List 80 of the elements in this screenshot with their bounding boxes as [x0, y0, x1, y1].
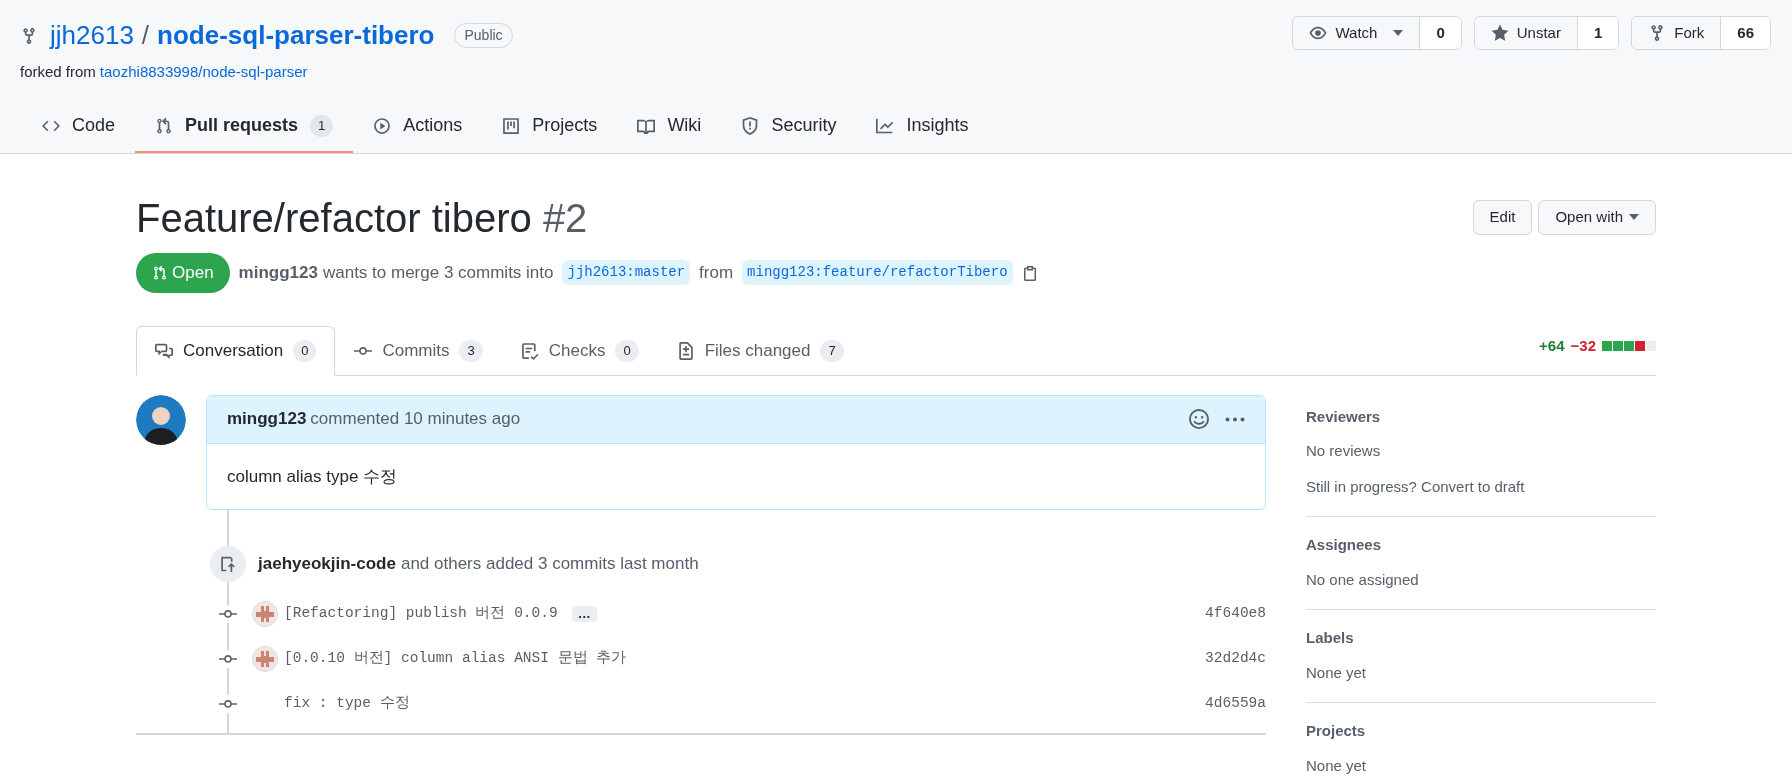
star-button[interactable]: Unstar: [1474, 17, 1578, 49]
pull-request-icon: [155, 116, 174, 135]
fork-icon: [20, 26, 38, 45]
count-badge: 3: [459, 339, 483, 362]
smiley-icon[interactable]: [1189, 409, 1209, 429]
user-avatar: [136, 394, 186, 445]
repo-name-link[interactable]: node-sql-parser-tibero: [157, 16, 435, 55]
base-branch[interactable]: jjh2613:master: [562, 260, 691, 285]
caret-icon: [1393, 30, 1404, 36]
repo-tab[interactable]: Actions: [353, 100, 483, 153]
watch-button[interactable]: Watch: [1293, 17, 1421, 49]
repo-tab[interactable]: Wiki: [617, 100, 722, 153]
sidebar-heading: Labels: [1306, 628, 1355, 648]
merge-summary: wants to merge 3 commits into: [322, 261, 554, 284]
forked-from-text: forked from: [20, 62, 96, 82]
sidebar-heading: Reviewers: [1306, 406, 1382, 427]
comment-author[interactable]: mingg123: [227, 406, 307, 432]
sidebar-text: No reviews: [1306, 441, 1382, 461]
header-button[interactable]: Open with: [1538, 199, 1656, 235]
additions-count: +64: [1539, 336, 1565, 356]
star-icon: [1490, 24, 1509, 42]
forked-from-link[interactable]: taozhi8833998/node-sql-parser: [99, 61, 308, 84]
count-label: 66: [1721, 17, 1770, 49]
count-badge: 0: [293, 339, 317, 362]
sidebar-text: No one assigned: [1306, 569, 1420, 590]
pull-request-tab[interactable]: Files changed 7: [657, 325, 863, 376]
deletions-count: −32: [1570, 336, 1596, 356]
head-branch[interactable]: mingg123:feature/refactorTibero: [742, 260, 1013, 285]
sidebar-text: None yet: [1306, 755, 1368, 776]
repo-tab[interactable]: Security: [721, 100, 857, 153]
checklist-icon: [520, 341, 539, 360]
repo-tab[interactable]: Pull requests 1: [135, 100, 354, 153]
comment-icon: [155, 341, 173, 360]
state-badge: Open: [136, 252, 230, 293]
pull-request-tab[interactable]: Checks 0: [501, 325, 658, 376]
board-icon: [502, 116, 521, 135]
author-link[interactable]: mingg123: [238, 259, 318, 286]
from-text: from: [699, 261, 734, 284]
commit-sha[interactable]: 32d2d4c: [1205, 647, 1266, 670]
sidebar-heading: Assignees: [1306, 535, 1383, 555]
count-badge: 7: [820, 339, 844, 362]
commit-message[interactable]: [Refactoring] publish 버전 0.0.9: [284, 602, 558, 625]
header-button[interactable]: Edit: [1472, 199, 1533, 235]
sidebar-text: Still in progress? Convert to draft: [1306, 476, 1526, 497]
commit-message[interactable]: [0.0.10 버전] column alias ANSI 문법 추가: [284, 647, 627, 670]
commit-sha[interactable]: 4f640e8: [1205, 602, 1266, 625]
pull-request-tab[interactable]: Conversation 0: [136, 325, 336, 376]
expand-button[interactable]: …: [571, 605, 597, 622]
copy-icon[interactable]: [1021, 264, 1038, 281]
commit-author-avatar: [252, 645, 278, 672]
sidebar-heading: Projects: [1306, 721, 1367, 741]
more-icon[interactable]: [1225, 416, 1245, 422]
count-label: 0: [1420, 17, 1461, 49]
comment-body: column alias type 수정: [227, 465, 399, 488]
repo-tab[interactable]: Projects: [482, 100, 618, 153]
repo-tab[interactable]: Insights: [856, 100, 989, 153]
caret-icon: [1629, 214, 1639, 220]
comment-meta: commented 10 minutes ago: [310, 408, 521, 431]
commit-author-avatar: [252, 600, 278, 627]
commit-event-author[interactable]: jaehyeokjin-code: [258, 551, 396, 577]
fork-button[interactable]: Fork: [1632, 17, 1722, 49]
count-label: 1: [1577, 17, 1619, 49]
graph-icon: [876, 116, 895, 135]
pull-request-icon: [152, 264, 168, 281]
sidebar-text: None yet: [1306, 662, 1368, 683]
eye-icon: [1309, 24, 1328, 42]
pull-request-tab[interactable]: Commits 3: [335, 325, 502, 376]
pull-request-title: Feature/refactor tibero #2: [136, 194, 588, 242]
repo-owner-link[interactable]: jjh2613: [50, 16, 134, 55]
play-icon: [373, 116, 392, 135]
count-badge: 1: [310, 114, 334, 137]
repo-tab[interactable]: Code: [22, 100, 136, 153]
commit-event-summary: and others added 3 commits last month: [400, 553, 699, 576]
commit-sha[interactable]: 4d6559a: [1205, 692, 1266, 715]
file-diff-icon: [676, 341, 695, 360]
commit-event-icon: [210, 546, 246, 582]
commit-message[interactable]: fix : type 수정: [284, 692, 410, 715]
count-badge: 0: [615, 339, 639, 362]
shield-icon: [741, 116, 760, 135]
path-separator: /: [141, 19, 150, 52]
